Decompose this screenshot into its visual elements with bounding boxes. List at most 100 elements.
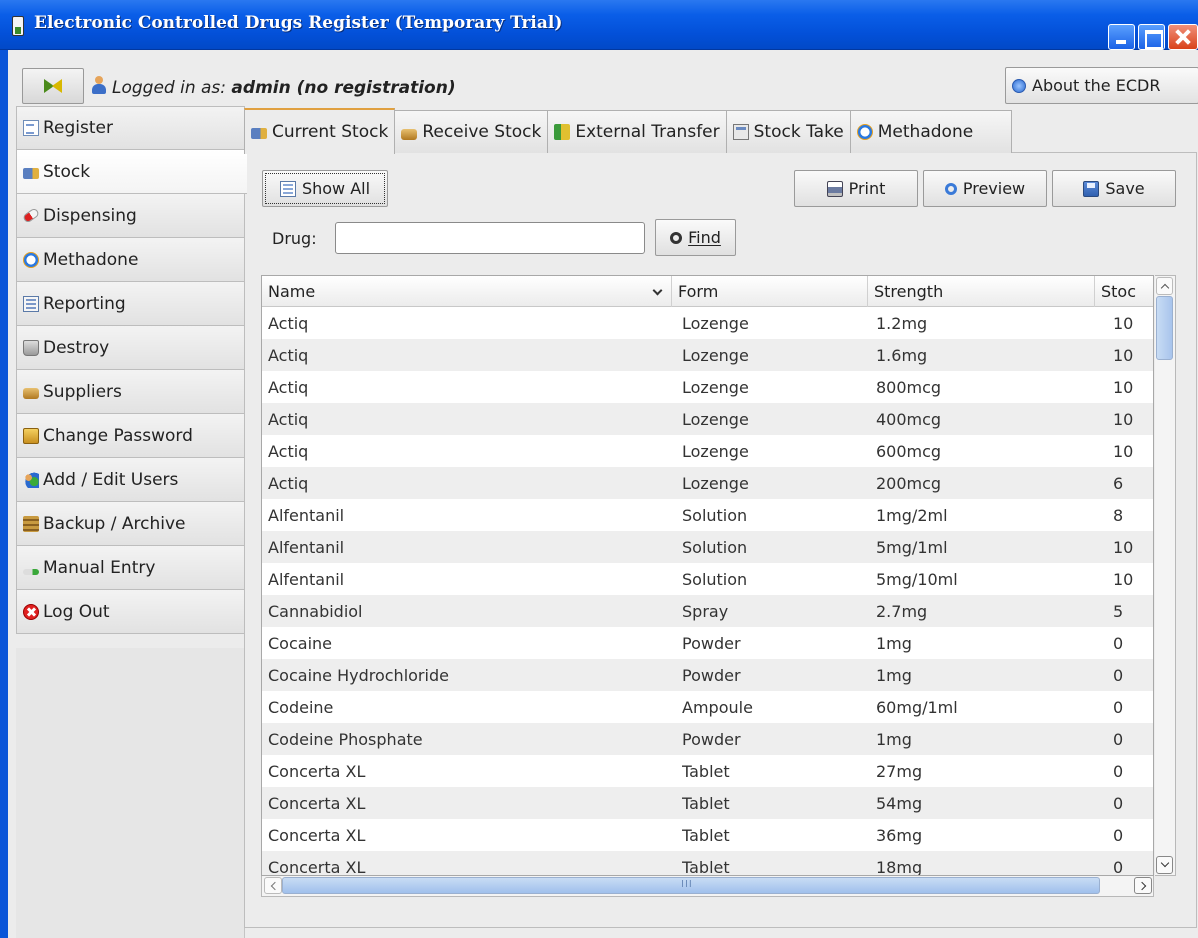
table-row[interactable]: Actiq Lozenge 1.2mg 10 bbox=[262, 307, 1153, 339]
table-row[interactable]: Codeine Ampoule 60mg/1ml 0 bbox=[262, 691, 1153, 723]
preview-label: Preview bbox=[962, 179, 1026, 198]
sidebar-item-manual-entry[interactable]: Manual Entry bbox=[16, 546, 245, 590]
column-header-stock[interactable]: Stoc bbox=[1095, 276, 1153, 307]
sidebar-item-destroy[interactable]: Destroy bbox=[16, 326, 245, 370]
table-row[interactable]: Actiq Lozenge 600mcg 10 bbox=[262, 435, 1153, 467]
cell-name: Alfentanil bbox=[268, 538, 345, 557]
cell-form: Powder bbox=[682, 666, 741, 685]
stock-icon bbox=[23, 167, 39, 179]
sidebar-item-label: Manual Entry bbox=[43, 557, 156, 578]
table-row[interactable]: Actiq Lozenge 400mcg 10 bbox=[262, 403, 1153, 435]
table-row[interactable]: Alfentanil Solution 5mg/1ml 10 bbox=[262, 531, 1153, 563]
print-button[interactable]: Print bbox=[794, 170, 918, 207]
preview-button[interactable]: Preview bbox=[923, 170, 1047, 207]
tab-methadone[interactable]: Methadone bbox=[849, 110, 1012, 153]
cell-form: Lozenge bbox=[682, 410, 749, 429]
sidebar-background bbox=[16, 648, 245, 938]
logout-icon bbox=[23, 603, 39, 620]
sidebar: Register Stock Dispensing Methadone Repo… bbox=[16, 106, 247, 634]
sidebar-item-stock[interactable]: Stock bbox=[16, 150, 247, 194]
sidebar-item-suppliers[interactable]: Suppliers bbox=[16, 370, 245, 414]
cell-stock: 0 bbox=[1113, 858, 1124, 876]
suppliers-icon bbox=[23, 388, 39, 399]
save-label: Save bbox=[1105, 179, 1145, 198]
show-all-button[interactable]: Show All bbox=[262, 170, 388, 207]
sidebar-item-register[interactable]: Register bbox=[16, 106, 245, 150]
cell-form: Tablet bbox=[682, 762, 730, 781]
sidebar-item-reporting[interactable]: Reporting bbox=[16, 282, 245, 326]
column-header-name[interactable]: Name bbox=[262, 276, 672, 307]
sidebar-item-methadone[interactable]: Methadone bbox=[16, 238, 245, 282]
cell-strength: 1mg bbox=[876, 666, 912, 685]
sort-descending-icon bbox=[652, 285, 663, 296]
clock-icon bbox=[23, 251, 39, 268]
vertical-scrollbar[interactable] bbox=[1155, 275, 1176, 876]
scroll-up-button[interactable] bbox=[1156, 277, 1173, 295]
sidebar-item-add-edit-users[interactable]: Add / Edit Users bbox=[16, 458, 245, 502]
table-row[interactable]: Cocaine Powder 1mg 0 bbox=[262, 627, 1153, 659]
cell-stock: 0 bbox=[1113, 762, 1124, 781]
cell-form: Powder bbox=[682, 634, 741, 653]
cell-strength: 2.7mg bbox=[876, 602, 928, 621]
scroll-down-button[interactable] bbox=[1156, 856, 1173, 874]
cell-name: Actiq bbox=[268, 314, 309, 333]
tab-current-stock[interactable]: Current Stock bbox=[244, 108, 396, 154]
table-row[interactable]: Concerta XL Tablet 54mg 0 bbox=[262, 787, 1153, 819]
table-row[interactable]: Alfentanil Solution 5mg/10ml 10 bbox=[262, 563, 1153, 595]
cell-form: Ampoule bbox=[682, 698, 753, 717]
sidebar-item-log-out[interactable]: Log Out bbox=[16, 590, 245, 634]
logged-in-label: Logged in as: bbox=[112, 78, 227, 98]
scroll-left-button[interactable] bbox=[264, 877, 282, 894]
table-row[interactable]: Concerta XL Tablet 18mg 0 bbox=[262, 851, 1153, 876]
table-row[interactable]: Actiq Lozenge 1.6mg 10 bbox=[262, 339, 1153, 371]
save-button[interactable]: Save bbox=[1052, 170, 1176, 207]
cell-form: Tablet bbox=[682, 794, 730, 813]
cell-strength: 1mg bbox=[876, 730, 912, 749]
column-header-form[interactable]: Form bbox=[672, 276, 868, 307]
tab-receive-stock[interactable]: Receive Stock bbox=[394, 110, 549, 153]
cell-name: Codeine Phosphate bbox=[268, 730, 423, 749]
horizontal-scroll-thumb[interactable] bbox=[282, 877, 1100, 894]
drug-search-input[interactable] bbox=[335, 222, 645, 254]
cell-name: Concerta XL bbox=[268, 794, 366, 813]
switch-user-button[interactable] bbox=[22, 68, 84, 104]
cell-name: Actiq bbox=[268, 378, 309, 397]
table-row[interactable]: Cannabidiol Spray 2.7mg 5 bbox=[262, 595, 1153, 627]
horizontal-scrollbar[interactable] bbox=[261, 876, 1154, 897]
close-button[interactable] bbox=[1168, 24, 1198, 50]
cell-stock: 10 bbox=[1113, 378, 1134, 397]
cell-stock: 10 bbox=[1113, 442, 1134, 461]
find-button[interactable]: Find bbox=[655, 219, 736, 256]
cell-strength: 27mg bbox=[876, 762, 923, 781]
maximize-button[interactable] bbox=[1138, 24, 1165, 50]
cell-form: Powder bbox=[682, 730, 741, 749]
about-button[interactable]: About the ECDR bbox=[1005, 67, 1198, 104]
table-row[interactable]: Cocaine Hydrochloride Powder 1mg 0 bbox=[262, 659, 1153, 691]
sidebar-item-backup-archive[interactable]: Backup / Archive bbox=[16, 502, 245, 546]
scroll-thumb[interactable] bbox=[1156, 296, 1173, 360]
table-row[interactable]: Actiq Lozenge 200mcg 6 bbox=[262, 467, 1153, 499]
cell-stock: 8 bbox=[1113, 506, 1124, 525]
cell-strength: 5mg/1ml bbox=[876, 538, 948, 557]
cell-name: Concerta XL bbox=[268, 826, 366, 845]
table-row[interactable]: Alfentanil Solution 1mg/2ml 8 bbox=[262, 499, 1153, 531]
table-row[interactable]: Codeine Phosphate Powder 1mg 0 bbox=[262, 723, 1153, 755]
tab-label: Current Stock bbox=[272, 122, 389, 142]
tab-external-transfer[interactable]: External Transfer bbox=[547, 110, 727, 153]
scroll-right-button[interactable] bbox=[1134, 877, 1152, 894]
cell-strength: 1.6mg bbox=[876, 346, 928, 365]
column-header-strength[interactable]: Strength bbox=[868, 276, 1095, 307]
report-icon bbox=[23, 295, 39, 312]
sidebar-item-dispensing[interactable]: Dispensing bbox=[16, 194, 245, 238]
switch-arrows-icon bbox=[44, 79, 62, 93]
minimize-button[interactable] bbox=[1108, 24, 1135, 50]
table-row[interactable]: Concerta XL Tablet 36mg 0 bbox=[262, 819, 1153, 851]
sidebar-item-change-password[interactable]: Change Password bbox=[16, 414, 245, 458]
save-icon bbox=[1083, 180, 1100, 197]
cell-name: Actiq bbox=[268, 474, 309, 493]
table-row[interactable]: Concerta XL Tablet 27mg 0 bbox=[262, 755, 1153, 787]
cell-form: Tablet bbox=[682, 858, 730, 876]
tab-stock-take[interactable]: Stock Take bbox=[725, 110, 851, 153]
info-icon bbox=[1012, 78, 1026, 93]
table-row[interactable]: Actiq Lozenge 800mcg 10 bbox=[262, 371, 1153, 403]
